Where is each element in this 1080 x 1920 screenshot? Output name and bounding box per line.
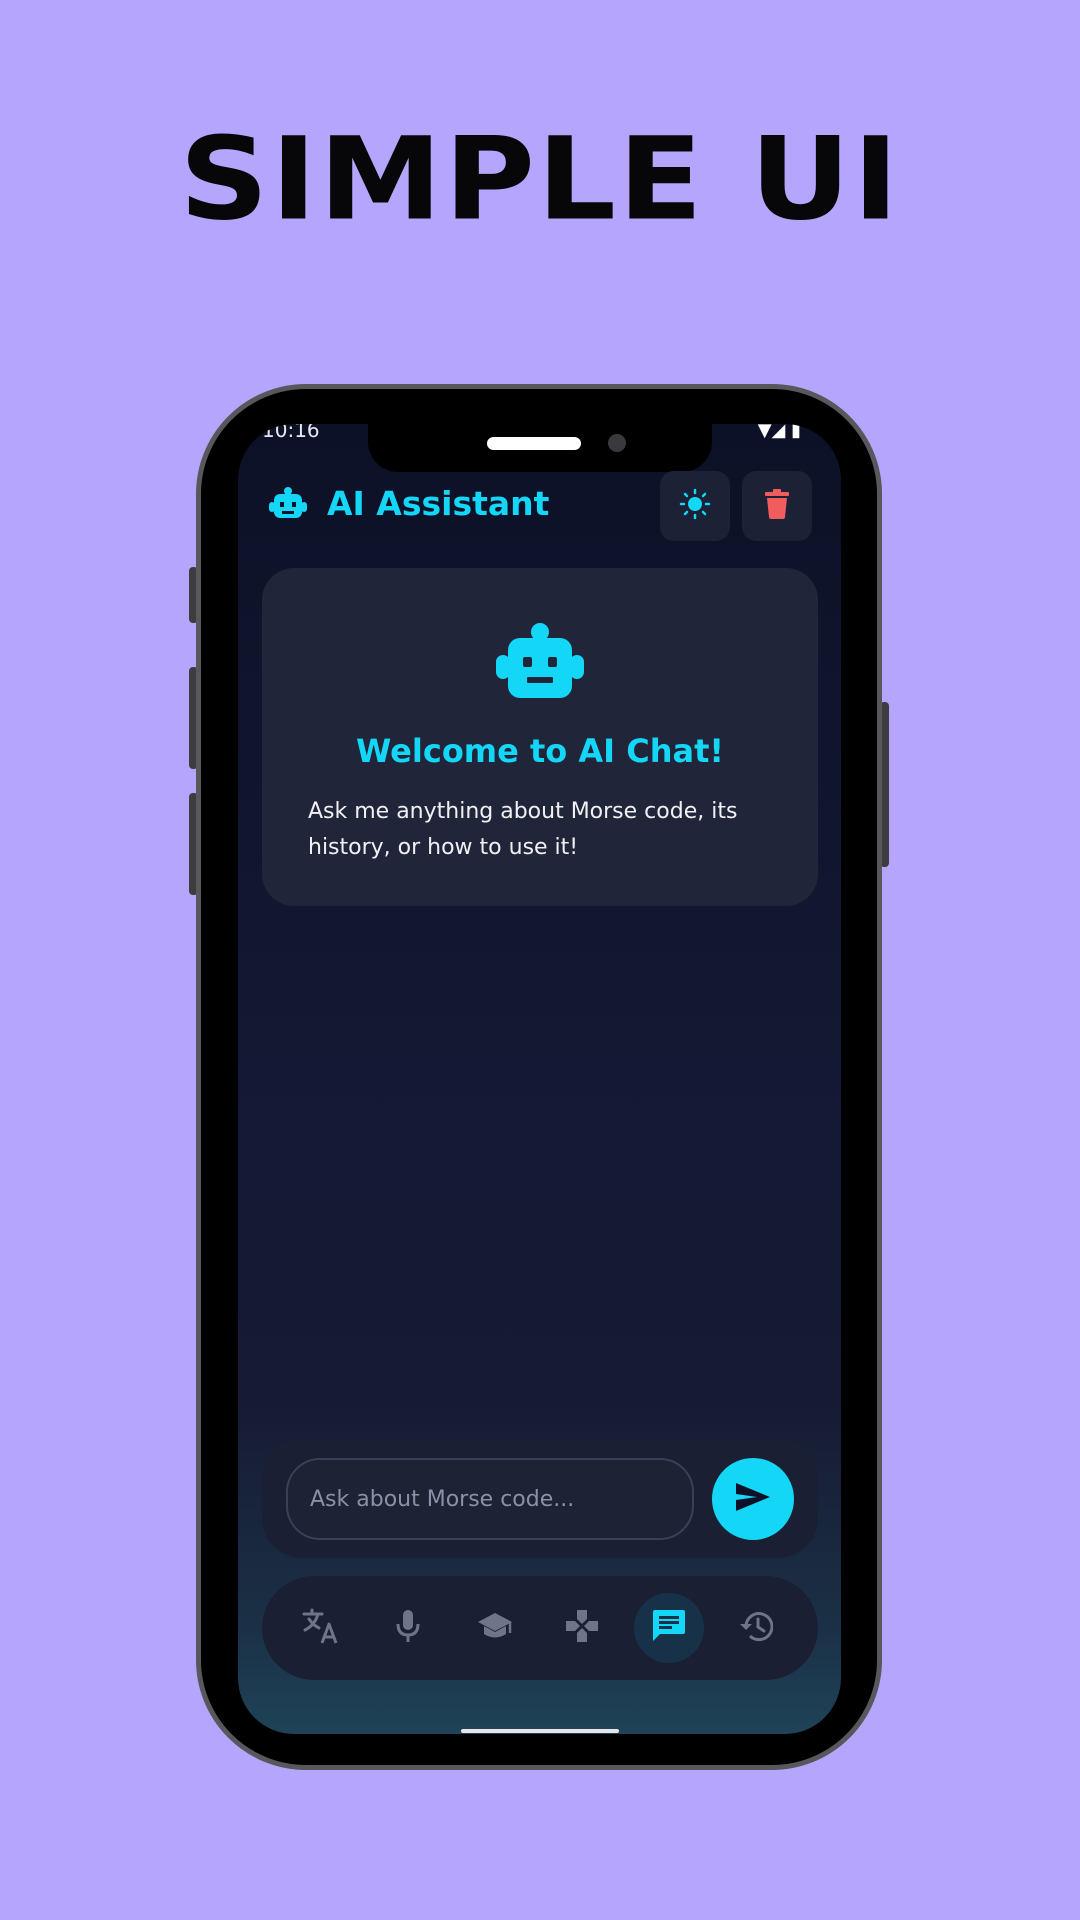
history-icon bbox=[739, 1610, 774, 1646]
nav-microphone[interactable] bbox=[373, 1593, 443, 1663]
promo-headline: SIMPLE UI bbox=[179, 113, 901, 247]
sun-icon bbox=[679, 488, 711, 524]
gamepad-icon bbox=[565, 1609, 599, 1647]
welcome-message: Ask me anything about Morse code, its hi… bbox=[308, 799, 738, 860]
app-title: AI Assistant bbox=[327, 484, 550, 523]
status-icons: ▼◢ ▮ bbox=[757, 424, 801, 441]
delete-chat-button[interactable] bbox=[742, 471, 812, 541]
message-input[interactable] bbox=[286, 1458, 694, 1540]
nav-games[interactable] bbox=[547, 1593, 617, 1663]
nav-history[interactable] bbox=[721, 1593, 791, 1663]
phone-screen: 10:16 ▼◢ ▮ AI Assistant Welcome to AI Ch… bbox=[238, 424, 841, 1734]
trash-icon bbox=[764, 489, 790, 523]
school-icon bbox=[477, 1611, 513, 1645]
nav-chat[interactable] bbox=[634, 1593, 704, 1663]
home-indicator[interactable] bbox=[461, 1729, 619, 1733]
message-composer bbox=[262, 1440, 818, 1558]
app-header: AI Assistant bbox=[238, 471, 841, 564]
welcome-title: Welcome to AI Chat! bbox=[356, 732, 724, 770]
notch bbox=[368, 424, 712, 472]
theme-toggle-button[interactable] bbox=[660, 471, 730, 541]
speaker bbox=[487, 437, 581, 450]
mic-icon bbox=[395, 1609, 421, 1647]
chat-icon bbox=[652, 1609, 686, 1647]
robot-icon bbox=[269, 486, 307, 526]
bottom-navigation bbox=[262, 1576, 818, 1680]
translate-icon bbox=[302, 1608, 340, 1648]
welcome-card: Welcome to AI Chat! Ask me anything abou… bbox=[262, 568, 818, 906]
send-icon bbox=[735, 1482, 771, 1516]
front-camera bbox=[608, 434, 626, 452]
nav-translate[interactable] bbox=[286, 1593, 356, 1663]
send-button[interactable] bbox=[712, 1458, 794, 1540]
nav-learn[interactable] bbox=[460, 1593, 530, 1663]
robot-icon bbox=[496, 622, 584, 704]
status-time: 10:16 bbox=[262, 424, 320, 442]
